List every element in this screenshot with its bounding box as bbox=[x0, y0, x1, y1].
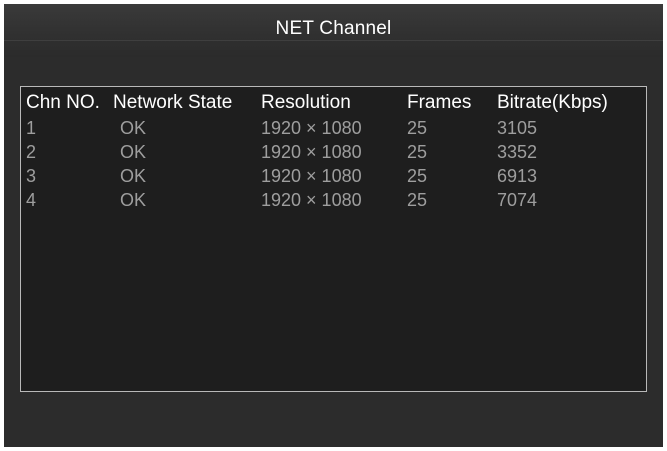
cell-network-state: OK bbox=[120, 166, 147, 186]
cell-frames: 25 bbox=[407, 190, 428, 210]
table-header-row: Chn NO. Network State Resolution Frames … bbox=[21, 87, 646, 117]
table-row[interactable]: 2 OK 1920 × 1080 25 3352 bbox=[21, 141, 646, 165]
column-header-chn-no: Chn NO. bbox=[26, 92, 100, 113]
cell-resolution: 1920 × 1080 bbox=[261, 190, 362, 210]
channel-table-panel: Chn NO. Network State Resolution Frames … bbox=[20, 86, 647, 392]
window-title: NET Channel bbox=[275, 18, 392, 39]
cell-bitrate: 3352 bbox=[497, 142, 538, 162]
cell-network-state: OK bbox=[120, 142, 147, 162]
cell-resolution: 1920 × 1080 bbox=[261, 118, 362, 138]
column-header-network-state: Network State bbox=[113, 92, 233, 113]
cell-channel-number: 4 bbox=[26, 190, 37, 210]
cell-frames: 25 bbox=[407, 166, 428, 186]
cell-channel-number: 1 bbox=[26, 118, 37, 138]
cell-bitrate: 7074 bbox=[497, 190, 538, 210]
title-divider bbox=[4, 40, 663, 41]
column-header-bitrate: Bitrate(Kbps) bbox=[497, 92, 608, 113]
cell-channel-number: 3 bbox=[26, 166, 37, 186]
cell-network-state: OK bbox=[120, 118, 147, 138]
title-bar: NET Channel bbox=[4, 4, 663, 57]
cell-channel-number: 2 bbox=[26, 142, 37, 162]
cell-bitrate: 3105 bbox=[497, 118, 538, 138]
table-row[interactable]: 1 OK 1920 × 1080 25 3105 bbox=[21, 117, 646, 141]
column-header-frames: Frames bbox=[407, 92, 472, 113]
cell-frames: 25 bbox=[407, 118, 428, 138]
column-header-resolution: Resolution bbox=[261, 92, 351, 113]
cell-frames: 25 bbox=[407, 142, 428, 162]
channel-table: Chn NO. Network State Resolution Frames … bbox=[21, 87, 646, 213]
cell-bitrate: 6913 bbox=[497, 166, 538, 186]
table-row[interactable]: 3 OK 1920 × 1080 25 6913 bbox=[21, 165, 646, 189]
net-channel-window: NET Channel Chn NO. Network State Resolu… bbox=[4, 4, 663, 447]
table-row[interactable]: 4 OK 1920 × 1080 25 7074 bbox=[21, 189, 646, 213]
cell-network-state: OK bbox=[120, 190, 147, 210]
cell-resolution: 1920 × 1080 bbox=[261, 166, 362, 186]
cell-resolution: 1920 × 1080 bbox=[261, 142, 362, 162]
